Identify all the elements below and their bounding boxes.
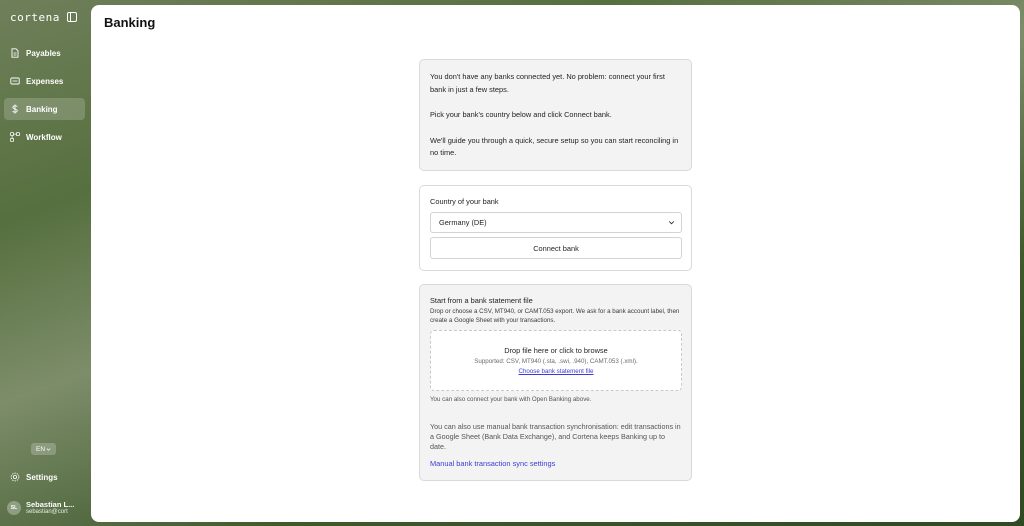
- sidebar-item-workflow[interactable]: Workflow: [4, 126, 85, 148]
- intro-text-1: You don't have any banks connected yet. …: [430, 72, 665, 94]
- connect-bank-button[interactable]: Connect bank: [430, 237, 682, 259]
- statement-title: Start from a bank statement file: [430, 296, 533, 305]
- manual-sync-text: You can also use manual bank transaction…: [430, 422, 681, 451]
- avatar: SL: [7, 500, 21, 515]
- sidebar: cortena Payables Expenses Banking Workfl…: [0, 0, 91, 526]
- language-label: EN: [35, 445, 46, 453]
- country-select-value: Germany (DE): [439, 218, 487, 227]
- dollar-icon: [12, 104, 18, 114]
- intro-text-2: Pick your bank's country below and click…: [430, 110, 612, 119]
- user-menu[interactable]: SL Sebastian L... sebastian@cort: [7, 500, 74, 515]
- chevron-down-icon: [668, 221, 675, 225]
- user-email: sebastian@cort: [26, 509, 68, 515]
- sidebar-item-label: Banking: [26, 104, 58, 114]
- workflow-icon: [10, 132, 20, 142]
- brand-logo: cortena: [10, 11, 60, 24]
- manual-sync-link[interactable]: Manual bank transaction sync settings: [430, 459, 681, 468]
- dropzone-supported: Supported: CSV, MT940 (.sta, .swi, .940)…: [474, 358, 638, 365]
- sidebar-item-expenses[interactable]: Expenses: [4, 70, 85, 92]
- intro-card: You don't have any banks connected yet. …: [419, 59, 692, 171]
- receipt-icon: [10, 77, 20, 85]
- sidebar-item-payables[interactable]: Payables: [4, 42, 85, 64]
- sidebar-toggle-icon[interactable]: [67, 12, 77, 22]
- settings-button[interactable]: Settings: [4, 466, 85, 488]
- choose-file-link[interactable]: Choose bank statement file: [519, 368, 594, 375]
- dropzone-title: Drop file here or click to browse: [504, 346, 608, 355]
- language-selector[interactable]: EN: [31, 443, 56, 455]
- user-name: Sebastian L...: [26, 500, 75, 509]
- gear-icon: [10, 472, 20, 482]
- main-panel: Banking You don't have any banks connect…: [91, 5, 1020, 522]
- statement-card: Start from a bank statement file Drop or…: [419, 284, 692, 481]
- country-card: Country of your bank Germany (DE) Connec…: [419, 185, 692, 271]
- sidebar-item-banking[interactable]: Banking: [4, 98, 85, 120]
- country-select[interactable]: Germany (DE): [430, 212, 682, 233]
- country-label: Country of your bank: [430, 197, 499, 206]
- chevron-down-icon: [46, 447, 51, 451]
- intro-text-3: We'll guide you through a quick, secure …: [430, 135, 679, 158]
- page-title: Banking: [104, 15, 156, 30]
- open-banking-note: You can also connect your bank with Open…: [430, 396, 592, 403]
- sidebar-item-label: Payables: [26, 48, 61, 58]
- file-dropzone[interactable]: Drop file here or click to browse Suppor…: [430, 330, 682, 391]
- sidebar-item-label: Expenses: [26, 76, 64, 86]
- sidebar-item-label: Workflow: [26, 132, 62, 142]
- statement-description: Drop or choose a CSV, MT940, or CAMT.053…: [430, 308, 680, 324]
- document-icon: [11, 48, 19, 58]
- settings-label: Settings: [26, 472, 58, 482]
